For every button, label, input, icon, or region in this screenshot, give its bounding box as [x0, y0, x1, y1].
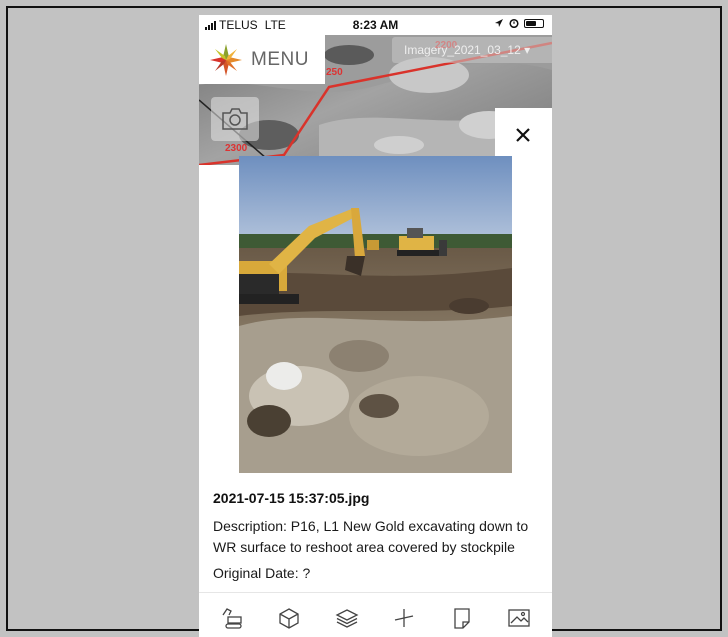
- document-button[interactable]: [447, 603, 477, 633]
- battery-icon: [524, 18, 544, 28]
- excavator-tool-button[interactable]: [217, 603, 247, 633]
- measure-button[interactable]: [389, 603, 419, 633]
- screenshot-frame: 2200 250 2300 TELUS LTE 8:23 AM: [6, 6, 722, 637]
- layers-icon: [335, 608, 359, 628]
- camera-icon: [222, 108, 248, 130]
- menu-label: MENU: [251, 49, 309, 70]
- bottom-toolbar: [199, 598, 552, 637]
- site-photo[interactable]: [239, 156, 512, 473]
- 3d-view-button[interactable]: [274, 603, 304, 633]
- close-icon: [516, 128, 530, 142]
- layers-button[interactable]: [332, 603, 362, 633]
- phone-screen: 2200 250 2300 TELUS LTE 8:23 AM: [199, 15, 552, 637]
- photo-filename: 2021-07-15 15:37:05.jpg: [213, 490, 370, 506]
- excavation-photo-image: [239, 156, 512, 473]
- alarm-icon: [509, 18, 519, 28]
- menu-button[interactable]: MENU: [199, 35, 325, 84]
- toolbar-divider: [199, 592, 552, 593]
- excavator-icon: [222, 607, 242, 629]
- station-label-2300: 2300: [225, 143, 248, 154]
- photo-original-date: Original Date: ?: [213, 565, 311, 581]
- measure-icon: [395, 608, 414, 627]
- station-label-250: 250: [326, 67, 343, 78]
- document-icon: [454, 607, 470, 629]
- chevron-down-icon: ▾: [524, 43, 531, 57]
- image-icon: [508, 608, 530, 627]
- cube-icon: [279, 607, 299, 629]
- imagery-select-value: Imagery_2021_03_12: [404, 43, 521, 57]
- location-arrow-icon: [495, 19, 503, 27]
- status-bar: TELUS LTE 8:23 AM: [199, 15, 552, 35]
- photo-description: Description: P16, L1 New Gold excavating…: [213, 518, 529, 555]
- camera-button[interactable]: [211, 97, 259, 141]
- app-logo-icon: [210, 44, 242, 76]
- imagery-select[interactable]: Imagery_2021_03_12 ▾: [392, 37, 552, 63]
- gallery-button[interactable]: [504, 603, 534, 633]
